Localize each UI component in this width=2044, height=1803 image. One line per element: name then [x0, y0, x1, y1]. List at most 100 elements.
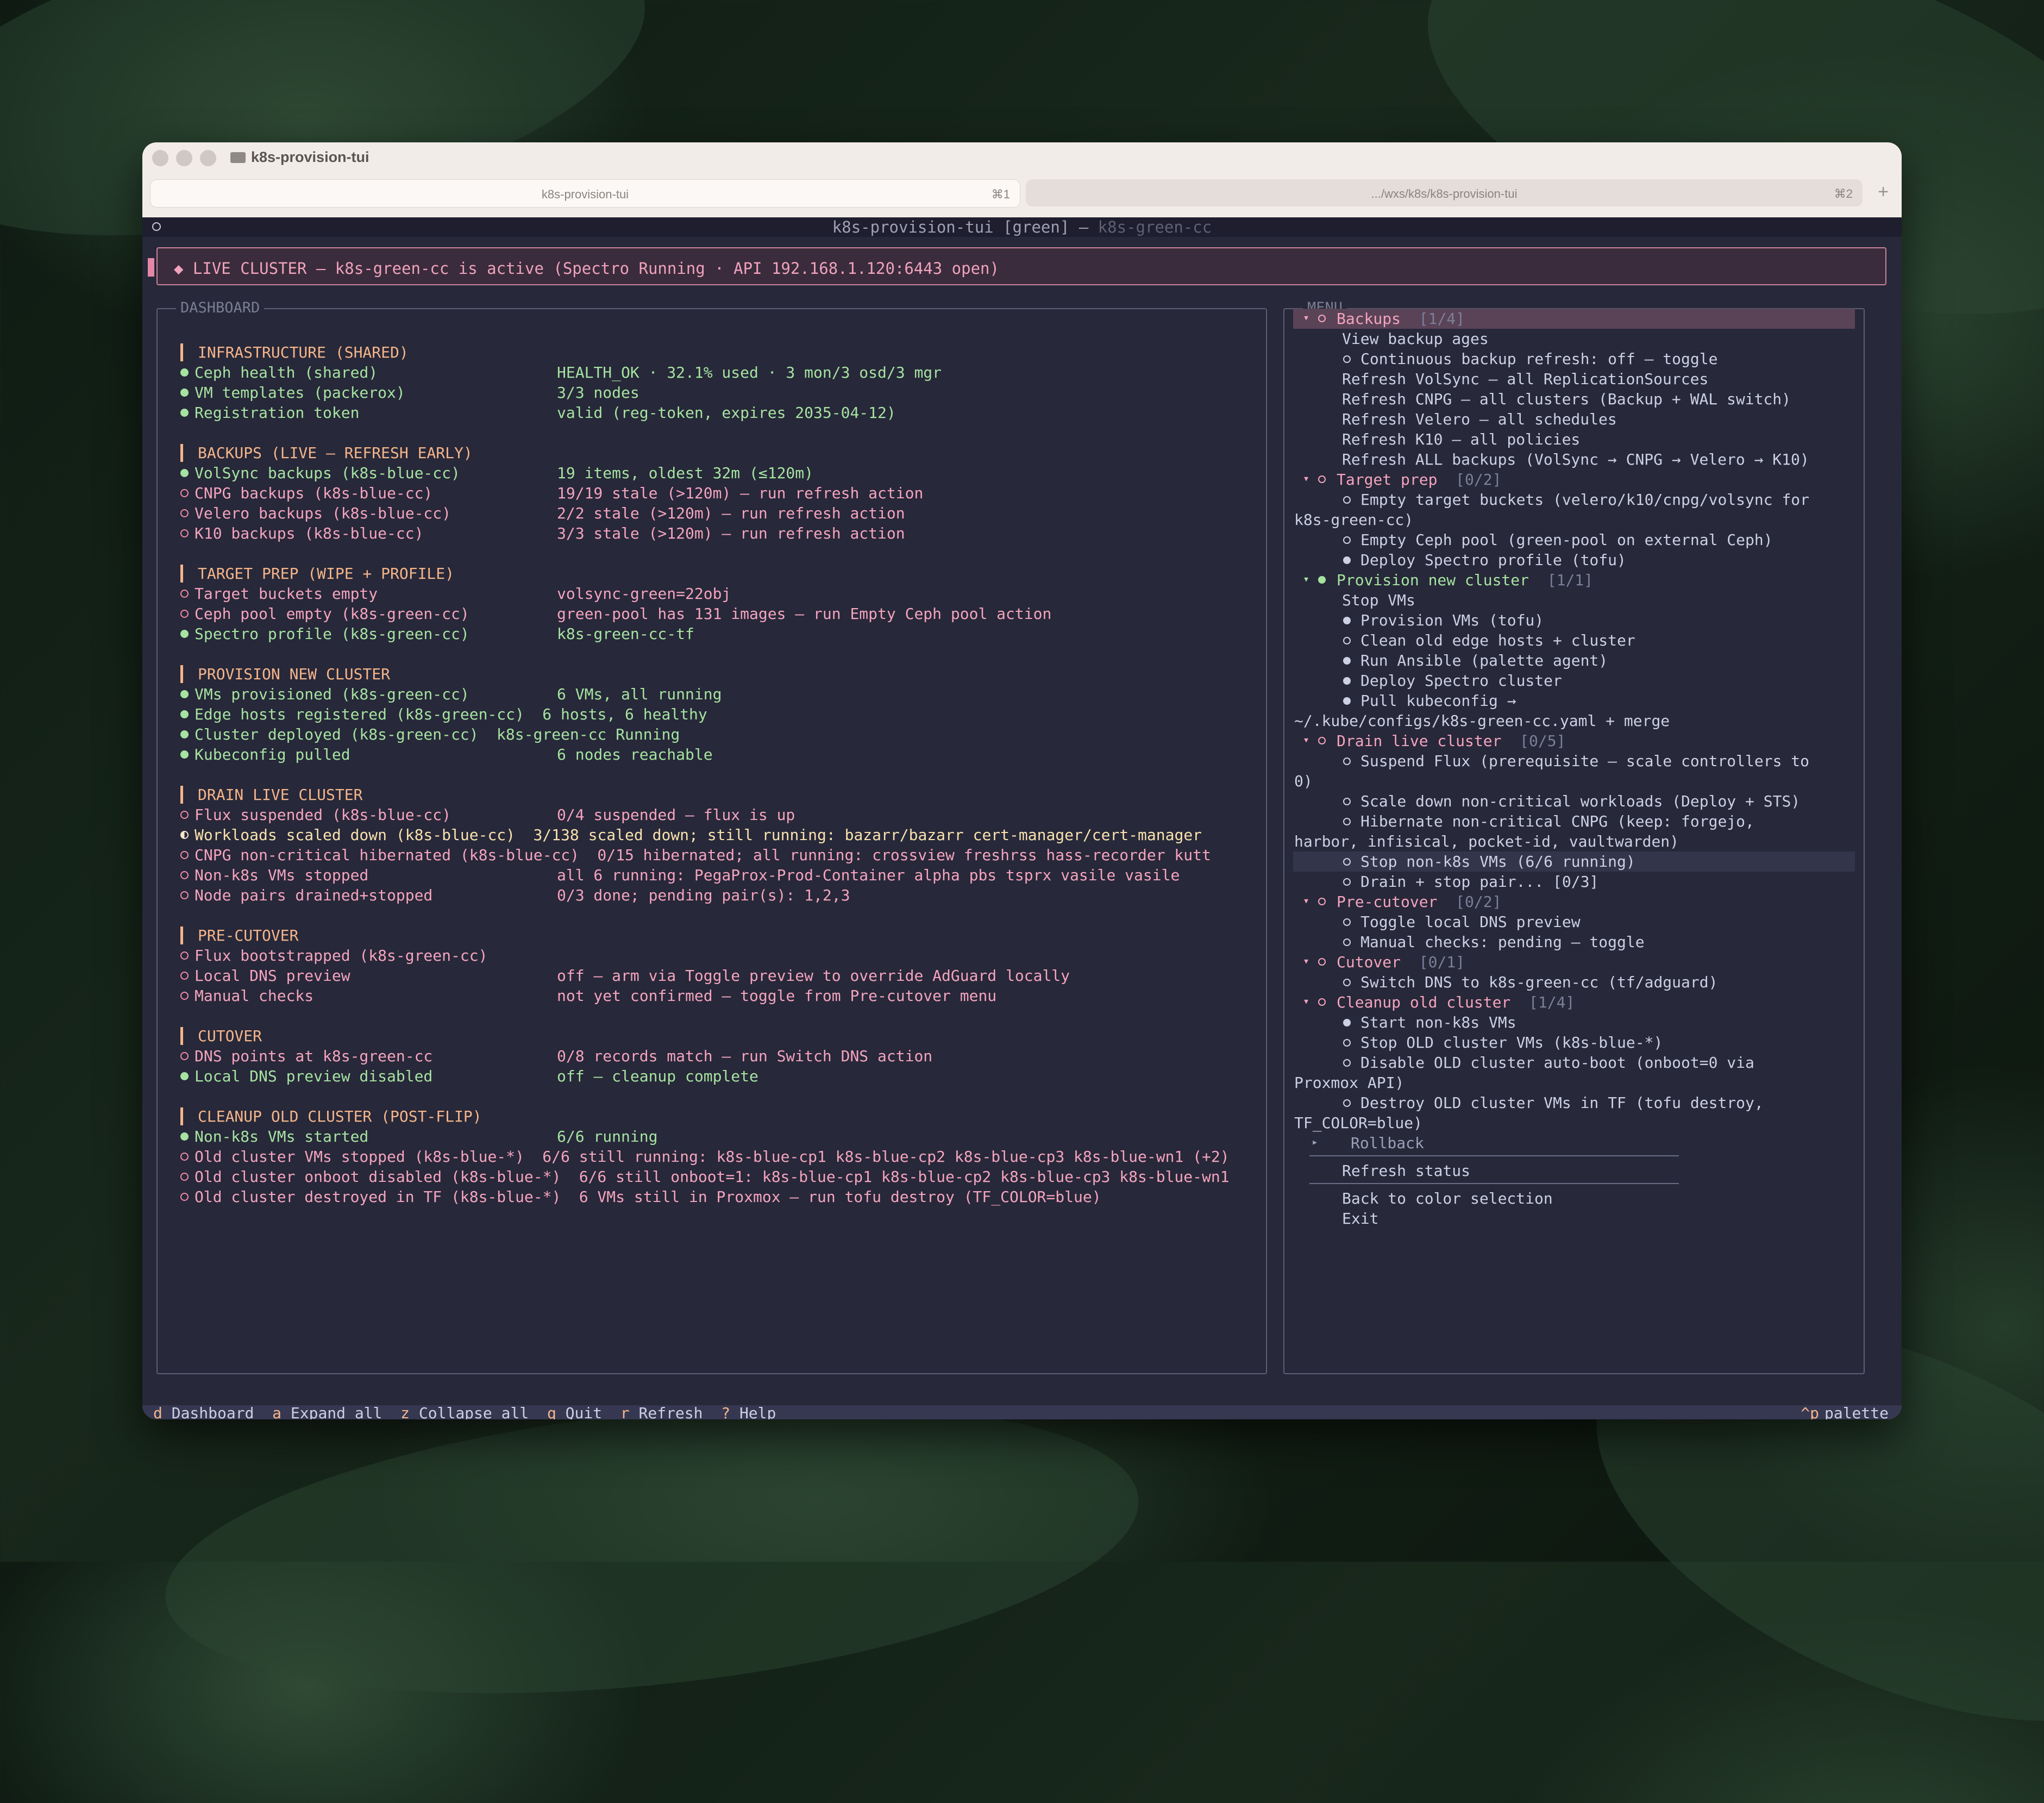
- chevron-down-icon[interactable]: ▾: [1303, 894, 1309, 907]
- check-value: k8s-green-cc-tf: [557, 625, 694, 643]
- status-bad-icon: [180, 590, 189, 598]
- check-value: 6 nodes reachable: [557, 746, 713, 763]
- shortcut-collapse-all[interactable]: z Collapse all: [400, 1404, 529, 1420]
- check-label: VMs provisioned (k8s-green-cc): [195, 685, 469, 703]
- check-value: off — cleanup complete: [557, 1067, 758, 1085]
- status-ok-icon: [180, 730, 189, 738]
- menu-item[interactable]: Pull kubeconfig →: [1360, 691, 1516, 711]
- chevron-down-icon[interactable]: ▾: [1303, 994, 1309, 1007]
- section-marker: [180, 926, 183, 944]
- check-label: Local DNS preview disabled: [195, 1067, 433, 1085]
- menu-group-collapsed[interactable]: Rollback: [1351, 1133, 1424, 1153]
- status-ok-icon: [180, 469, 189, 477]
- menu-group[interactable]: Provision new cluster [1/1]: [1337, 570, 1593, 590]
- chevron-down-icon[interactable]: ▾: [1303, 733, 1309, 746]
- section-title: INFRASTRUCTURE (SHARED): [198, 343, 409, 361]
- menu-item[interactable]: Continuous backup refresh: off — toggle: [1360, 349, 1717, 369]
- menu-item[interactable]: Manual checks: pending — toggle: [1360, 932, 1645, 952]
- menu-item[interactable]: Stop OLD cluster VMs (k8s-blue-*): [1360, 1032, 1663, 1053]
- palette-shortcut[interactable]: ^p palette: [1801, 1404, 1889, 1420]
- check-label: Velero backups (k8s-blue-cc): [195, 504, 452, 522]
- menu-group[interactable]: Pre-cutover [0/2]: [1337, 892, 1501, 912]
- shortcut-help[interactable]: ? Help: [721, 1404, 776, 1420]
- menu-group[interactable]: Backups [1/4]: [1337, 309, 1465, 329]
- menu-item[interactable]: Refresh CNPG — all clusters (Backup + WA…: [1342, 389, 1791, 409]
- status-ok-icon: [180, 630, 189, 638]
- menu-item[interactable]: Empty target buckets (velero/k10/cnpg/vo…: [1360, 490, 1809, 510]
- menu-item[interactable]: Back to color selection: [1342, 1188, 1553, 1209]
- shortcut-dashboard[interactable]: d Dashboard: [153, 1404, 254, 1420]
- minimize-window-button[interactable]: [176, 150, 192, 166]
- palette-key: ^p: [1801, 1404, 1819, 1420]
- chevron-down-icon[interactable]: ▾: [1303, 954, 1309, 967]
- shortcut-label: Help: [739, 1404, 776, 1420]
- pending-icon: [1343, 637, 1351, 644]
- menu-item[interactable]: Start non-k8s VMs: [1360, 1012, 1516, 1032]
- menu-item[interactable]: Suspend Flux (prerequisite — scale contr…: [1360, 751, 1809, 771]
- pending-icon: [1343, 536, 1351, 544]
- chevron-right-icon[interactable]: ▸: [1312, 1135, 1318, 1148]
- close-window-button[interactable]: [152, 150, 168, 166]
- menu-item[interactable]: Scale down non-critical workloads (Deplo…: [1360, 791, 1800, 811]
- section-title: TARGET PREP (WIPE + PROFILE): [198, 565, 455, 583]
- menu-item[interactable]: Provision VMs (tofu): [1360, 610, 1544, 630]
- menu-item[interactable]: Hibernate non-critical CNPG (keep: forge…: [1360, 811, 1754, 831]
- section-title: DRAIN LIVE CLUSTER: [198, 786, 363, 804]
- shortcut-quit[interactable]: q Quit: [547, 1404, 602, 1420]
- shortcut-label: Collapse all: [418, 1404, 529, 1420]
- menu-item[interactable]: Run Ansible (palette agent): [1360, 650, 1608, 671]
- menu-item[interactable]: Stop VMs: [1342, 590, 1415, 610]
- tab-1[interactable]: k8s-provision-tui ⌘1: [150, 179, 1020, 208]
- check-label: VM templates (packerox): [195, 384, 405, 402]
- section-title: BACKUPS (LIVE — REFRESH EARLY): [198, 444, 473, 462]
- menu-group[interactable]: Drain live cluster [0/5]: [1337, 731, 1565, 751]
- menu-item[interactable]: Refresh status: [1342, 1161, 1470, 1181]
- menu-item[interactable]: Refresh K10 — all policies: [1342, 429, 1580, 449]
- shortcut-refresh[interactable]: r Refresh: [620, 1404, 703, 1420]
- chevron-down-icon[interactable]: ▾: [1303, 472, 1309, 485]
- check-label: Kubeconfig pulled: [195, 746, 350, 763]
- check-label: Target buckets empty: [195, 585, 378, 603]
- menu-item[interactable]: Refresh ALL backups (VolSync → CNPG → Ve…: [1342, 449, 1809, 469]
- section-marker: [180, 665, 183, 683]
- menu-item[interactable]: Stop non-k8s VMs (6/6 running): [1360, 852, 1635, 872]
- menu-item[interactable]: Switch DNS to k8s-green-cc (tf/adguard): [1360, 972, 1717, 992]
- menu-group[interactable]: Cutover [0/1]: [1337, 952, 1465, 972]
- check-label: Flux bootstrapped (k8s-green-cc): [195, 947, 488, 965]
- menu-item[interactable]: Refresh Velero — all schedules: [1342, 409, 1617, 429]
- menu-item[interactable]: Refresh VolSync — all ReplicationSources: [1342, 369, 1708, 389]
- menu-item[interactable]: Deploy Spectro profile (tofu): [1360, 550, 1626, 570]
- menu-item[interactable]: Clean old edge hosts + cluster: [1360, 630, 1635, 650]
- menu-item[interactable]: Deploy Spectro cluster: [1360, 671, 1562, 691]
- status-bad-icon: [180, 811, 189, 819]
- menu-group[interactable]: Target prep [0/2]: [1337, 469, 1501, 490]
- check-value: 3/138 scaled down; still running: bazarr…: [533, 826, 1202, 844]
- check-value: 0/15 hibernated; all running: crossview …: [597, 846, 1211, 864]
- menu-item[interactable]: Disable OLD cluster auto-boot (onboot=0 …: [1360, 1053, 1754, 1073]
- section-marker: [180, 343, 183, 361]
- terminal-header: k8s-provision-tui [green] — k8s-green-cc: [142, 217, 1902, 237]
- new-tab-button[interactable]: +: [1872, 181, 1894, 203]
- menu-item-continuation: ~/.kube/configs/k8s-green-cc.yaml + merg…: [1294, 712, 1670, 730]
- menu-item[interactable]: Exit: [1342, 1209, 1378, 1229]
- status-ok-icon: [180, 690, 189, 698]
- pending-icon: [1343, 818, 1351, 825]
- status-bad-icon: [180, 1193, 189, 1201]
- menu-item[interactable]: Toggle local DNS preview: [1360, 912, 1581, 932]
- shortcut-expand-all[interactable]: a Expand all: [272, 1404, 382, 1420]
- status-ring-icon: [152, 222, 161, 231]
- menu-item[interactable]: Empty Ceph pool (green-pool on external …: [1360, 530, 1773, 550]
- tab-2[interactable]: .../wxs/k8s/k8s-provision-tui ⌘2: [1026, 179, 1863, 206]
- menu-item[interactable]: View backup ages: [1342, 329, 1489, 349]
- menu-item[interactable]: Drain + stop pair... [0/3]: [1360, 872, 1598, 892]
- status-bad-icon: [180, 1173, 189, 1181]
- menu-group[interactable]: Cleanup old cluster [1/4]: [1337, 992, 1575, 1012]
- zoom-window-button[interactable]: [200, 150, 216, 166]
- terminal-screen[interactable]: k8s-provision-tui [green] — k8s-green-cc…: [142, 217, 1902, 1419]
- done-icon: [1343, 1019, 1351, 1026]
- menu-item[interactable]: Destroy OLD cluster VMs in TF (tofu dest…: [1360, 1093, 1764, 1113]
- chevron-down-icon[interactable]: ▾: [1303, 572, 1309, 585]
- group-status-icon: [1318, 898, 1326, 905]
- done-icon: [1343, 697, 1351, 705]
- chevron-down-icon[interactable]: ▾: [1303, 311, 1309, 324]
